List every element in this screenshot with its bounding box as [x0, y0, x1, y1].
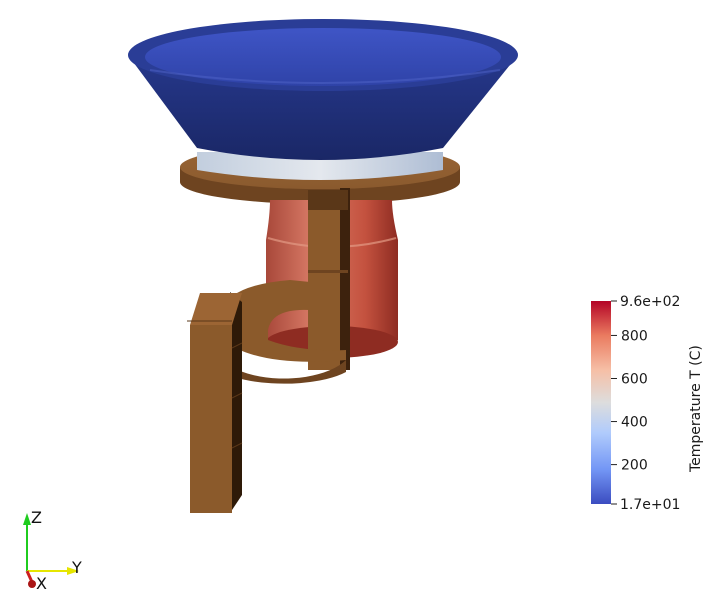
z-axis-arrow-icon	[23, 513, 31, 525]
colorbar-title: Temperature T (C)	[688, 345, 704, 473]
colorbar-gradient	[591, 301, 611, 504]
holder-vertical-arm	[308, 188, 350, 370]
orientation-axes-widget: Z Y X	[23, 508, 82, 593]
y-axis-label: Y	[71, 558, 82, 577]
crucible-bowl	[128, 19, 518, 160]
scene-model[interactable]	[128, 19, 518, 513]
holder-support-post	[187, 292, 243, 513]
colorbar-tick-label: 600	[621, 371, 648, 387]
colorbar-tick-label: 800	[621, 328, 648, 344]
z-axis-label: Z	[31, 508, 42, 527]
colorbar-legend: 800 600 400 200 9.6e+02 1.7e+01 Temperature…	[591, 294, 704, 513]
render-viewport[interactable]: 800 600 400 200 9.6e+02 1.7e+01 Temperature…	[0, 0, 725, 604]
colorbar-tick-label: 400	[621, 415, 648, 431]
colorbar-ticks: 800 600 400 200	[611, 300, 648, 505]
colorbar-tick-label: 200	[621, 458, 648, 474]
x-axis-label: X	[36, 574, 47, 593]
colorbar-max-label: 9.6e+02	[620, 294, 680, 310]
colorbar-min-label: 1.7e+01	[620, 497, 680, 513]
x-axis-dot-icon	[28, 580, 36, 588]
